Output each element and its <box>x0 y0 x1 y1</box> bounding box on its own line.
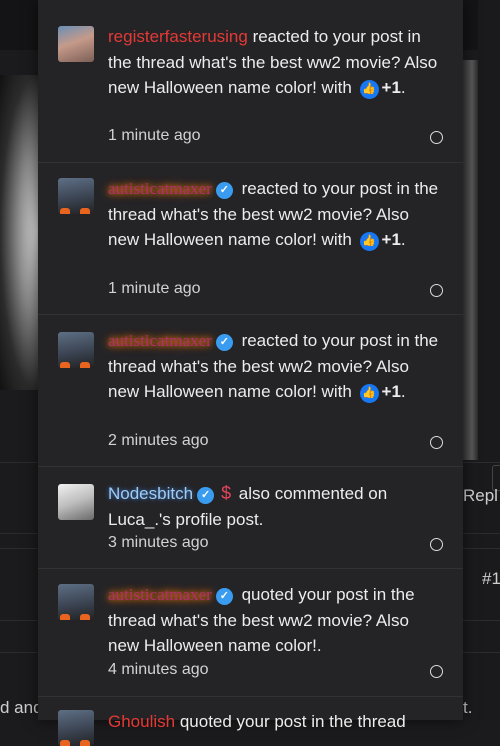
circle-mark-read-icon[interactable] <box>430 284 443 297</box>
username-link[interactable]: autisticatmaxer <box>108 331 212 350</box>
avatar[interactable] <box>58 584 94 620</box>
circle-mark-read-icon[interactable] <box>430 436 443 449</box>
thumbs-up-icon: 👍 <box>359 232 379 251</box>
notification-time[interactable]: 3 minutes ago <box>108 534 209 552</box>
notification-text: autisticatmaxer ✓ reacted to your post in… <box>108 328 443 405</box>
notification-text: registerfasterusing reacted to your post… <box>108 24 443 101</box>
verified-check-icon: ✓ <box>215 588 233 605</box>
verified-check-icon: ✓ <box>197 487 215 504</box>
reply-button[interactable]: Repl <box>463 486 498 506</box>
reaction-label: +1 <box>381 78 401 97</box>
post-image <box>0 75 40 390</box>
notification-text: Nodesbitch ✓ $ also commented on Luca_.'s … <box>108 481 443 532</box>
notification-message: quoted your post in the thread <box>175 712 406 731</box>
punctuation: . <box>400 230 406 249</box>
notification-time[interactable]: 1 minute ago <box>108 127 201 145</box>
verified-check-icon: ✓ <box>215 182 233 199</box>
notification-time[interactable]: 4 minutes ago <box>108 661 209 679</box>
notifications-dropdown: registerfasterusing reacted to your post… <box>38 0 463 746</box>
reaction-label: +1 <box>381 382 401 401</box>
username-link[interactable]: autisticatmaxer <box>108 585 212 604</box>
username-link[interactable]: registerfasterusing <box>108 27 248 46</box>
right-panel <box>478 0 500 720</box>
thumbs-up-icon: 👍 <box>359 80 379 99</box>
circle-mark-read-icon[interactable] <box>430 538 443 551</box>
notification-text: autisticatmaxer ✓ reacted to your post in… <box>108 176 443 253</box>
punctuation: . <box>400 382 406 401</box>
avatar[interactable] <box>58 26 94 62</box>
username-link[interactable]: autisticatmaxer <box>108 179 212 198</box>
avatar[interactable] <box>58 332 94 368</box>
notification-item[interactable]: registerfasterusing reacted to your post… <box>38 10 463 163</box>
post-text-fragment: d and <box>0 698 43 717</box>
username-link[interactable]: Nodesbitch <box>108 484 193 503</box>
notification-text: Ghoulish quoted your post in the thread <box>108 709 443 735</box>
notification-item[interactable]: Nodesbitch ✓ $ also commented on Luca_.'s … <box>38 466 463 569</box>
thumbs-up-icon: 👍 <box>359 384 379 403</box>
notification-text: autisticatmaxer ✓ quoted your post in the… <box>108 582 443 659</box>
post-text-fragment: t. <box>463 698 473 717</box>
notification-item[interactable]: autisticatmaxer ✓ reacted to your post in… <box>38 162 463 315</box>
notification-time[interactable]: 1 minute ago <box>108 280 201 298</box>
post-number[interactable]: #1 <box>482 569 500 589</box>
notification-item[interactable]: Ghoulish quoted your post in the thread <box>38 696 463 746</box>
punctuation: . <box>400 78 406 97</box>
avatar[interactable] <box>58 178 94 214</box>
notification-item[interactable]: autisticatmaxer ✓ reacted to your post in… <box>38 314 463 467</box>
post-image-edge <box>463 60 478 460</box>
circle-mark-read-icon[interactable] <box>430 131 443 144</box>
avatar[interactable] <box>58 710 94 746</box>
circle-mark-read-icon[interactable] <box>430 665 443 678</box>
username-link[interactable]: Ghoulish <box>108 712 175 731</box>
notification-time[interactable]: 2 minutes ago <box>108 432 209 450</box>
dollar-icon: $ <box>221 483 232 503</box>
avatar[interactable] <box>58 484 94 520</box>
notification-item[interactable]: autisticatmaxer ✓ quoted your post in the… <box>38 568 463 697</box>
reaction-label: +1 <box>381 230 401 249</box>
verified-check-icon: ✓ <box>215 334 233 351</box>
